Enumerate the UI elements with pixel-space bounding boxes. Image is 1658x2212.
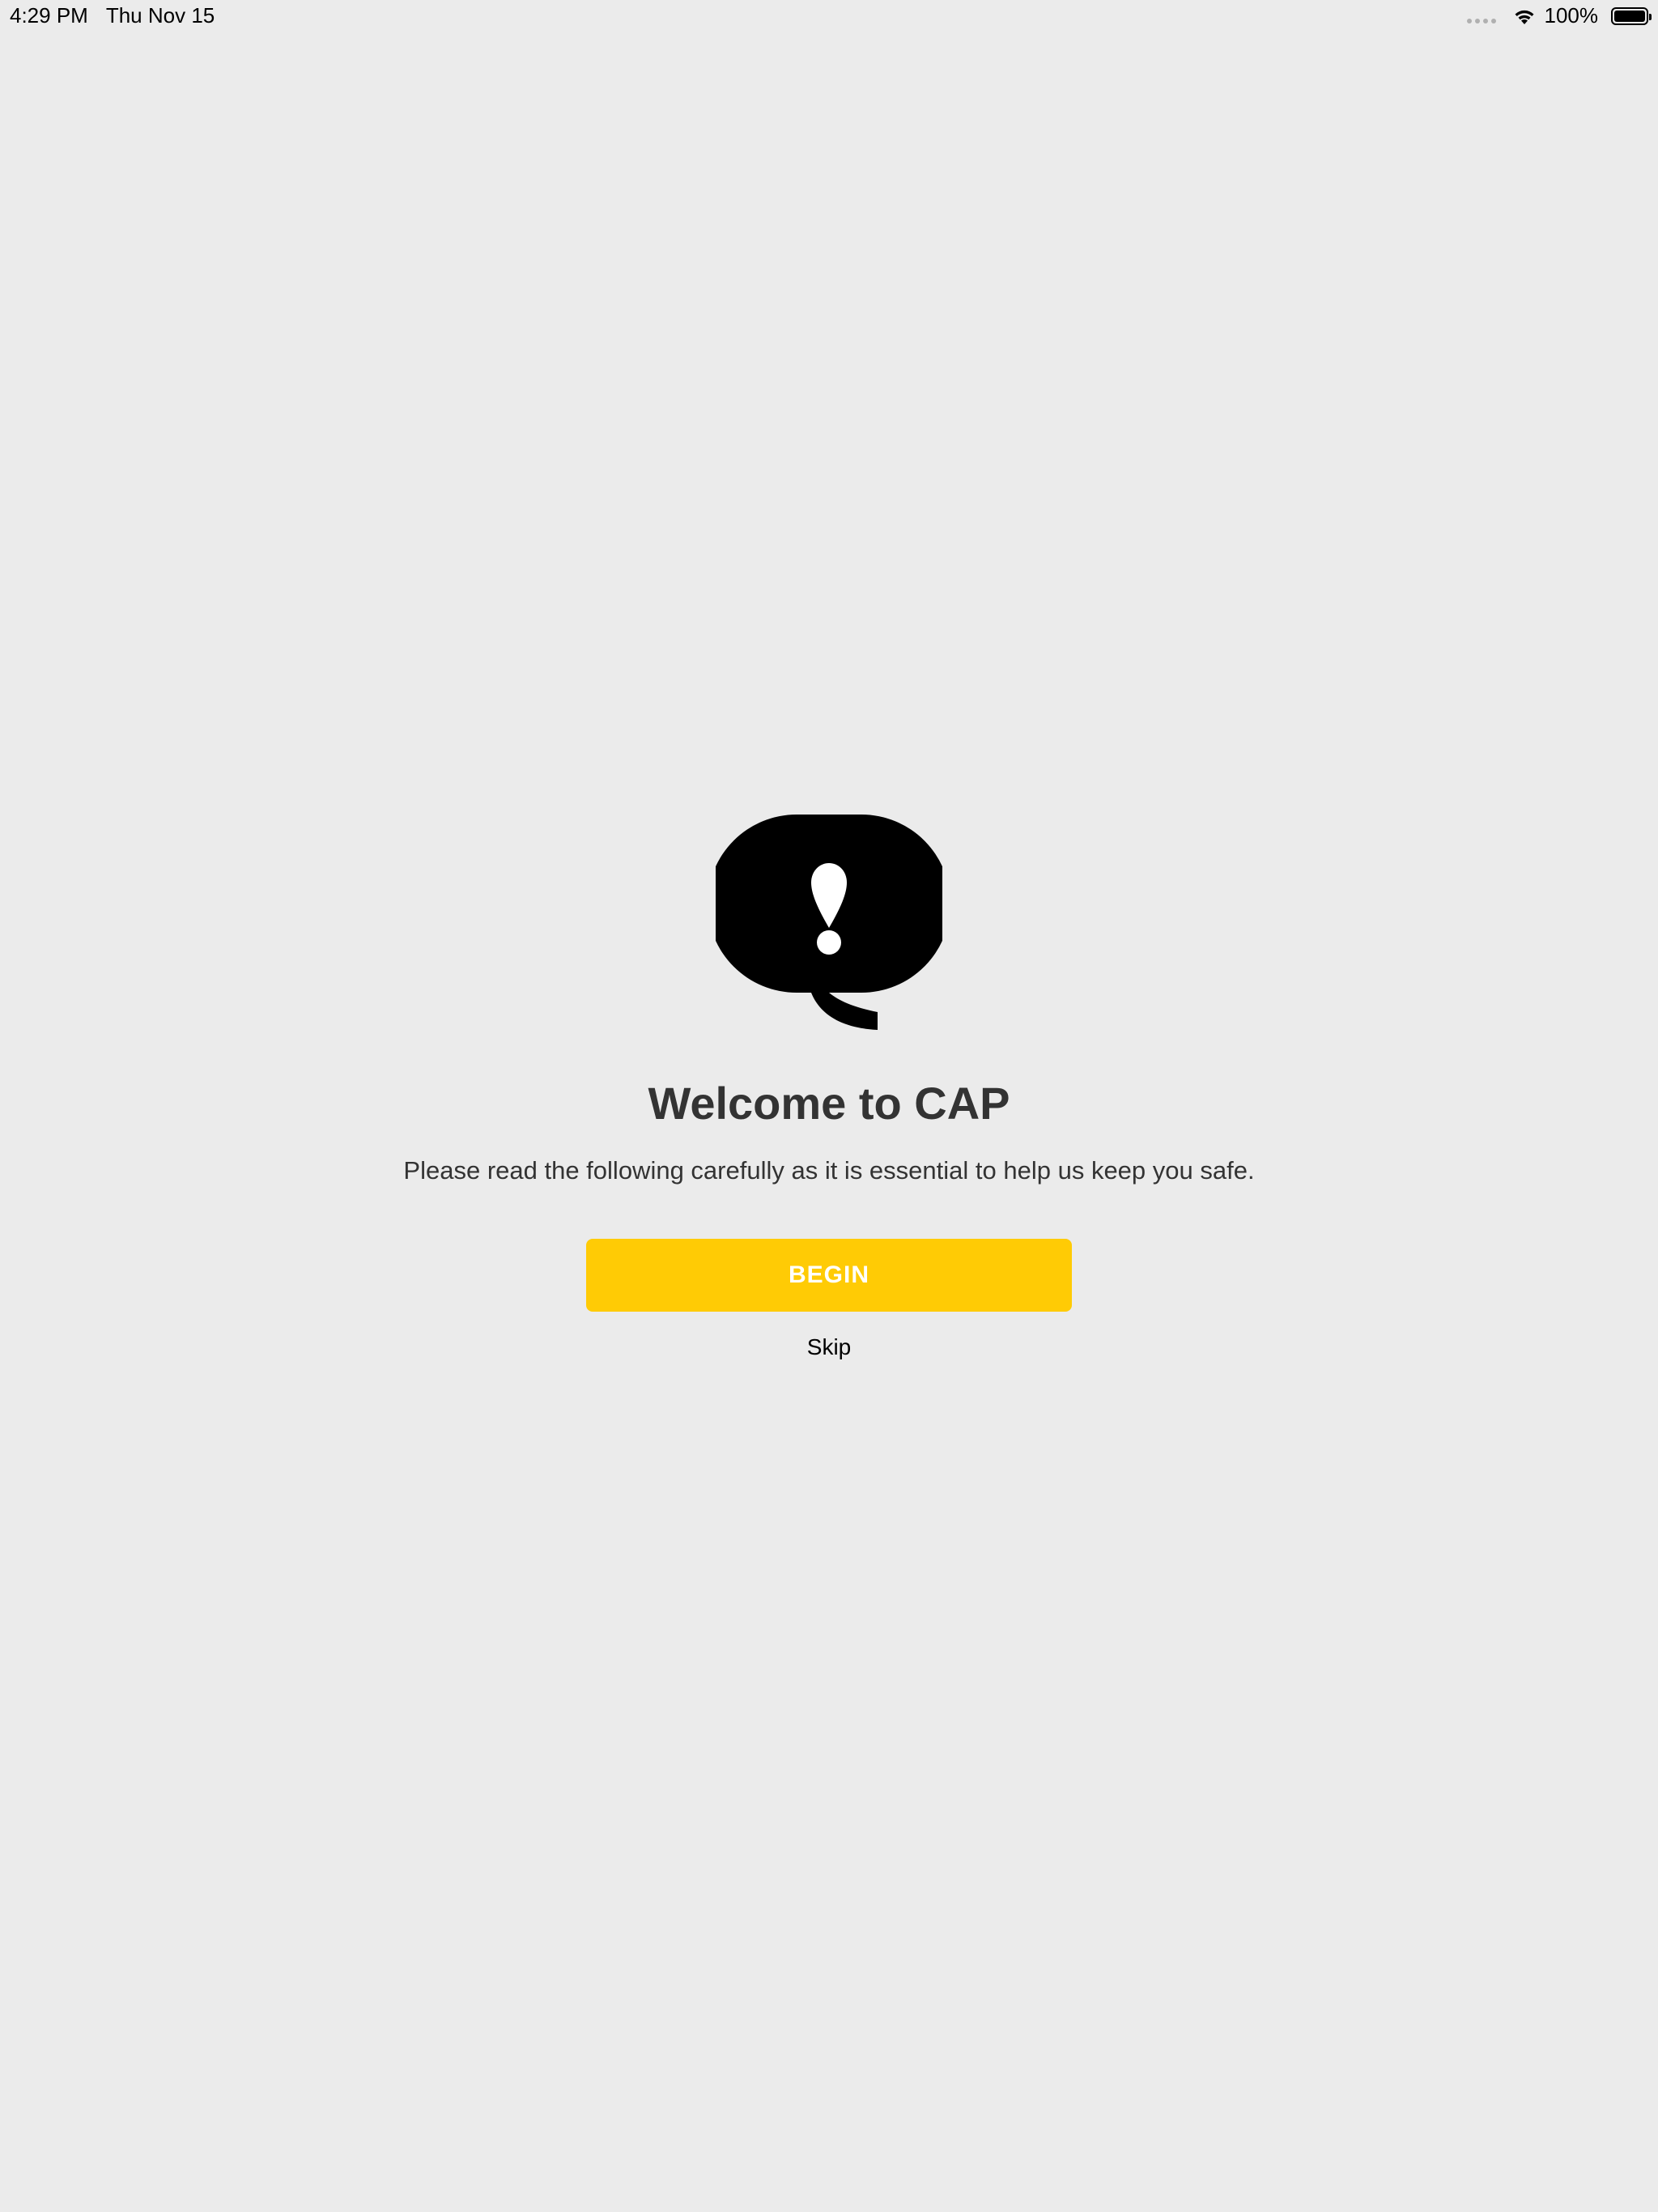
battery-percent: 100% [1544, 3, 1599, 28]
status-left: 4:29 PM Thu Nov 15 [10, 3, 215, 28]
status-time: 4:29 PM [10, 3, 88, 28]
skip-link[interactable]: Skip [807, 1334, 851, 1359]
battery-icon [1611, 6, 1652, 25]
status-bar: 4:29 PM Thu Nov 15 100% [0, 0, 1658, 32]
skip-link-row: Skip [0, 1334, 1658, 1360]
welcome-subtitle: Please read the following carefully as i… [403, 1156, 1255, 1185]
speech-bubble-exclamation-icon [716, 815, 942, 1030]
signal-dots-icon [1466, 18, 1496, 23]
welcome-screen: 4:29 PM Thu Nov 15 100% Welcome to CAP P… [0, 0, 1658, 2212]
status-right: 100% [1466, 3, 1652, 28]
status-date: Thu Nov 15 [105, 3, 215, 28]
page-title: Welcome to CAP [648, 1078, 1010, 1129]
wifi-icon [1515, 10, 1533, 24]
begin-button[interactable]: BEGIN [586, 1239, 1072, 1312]
